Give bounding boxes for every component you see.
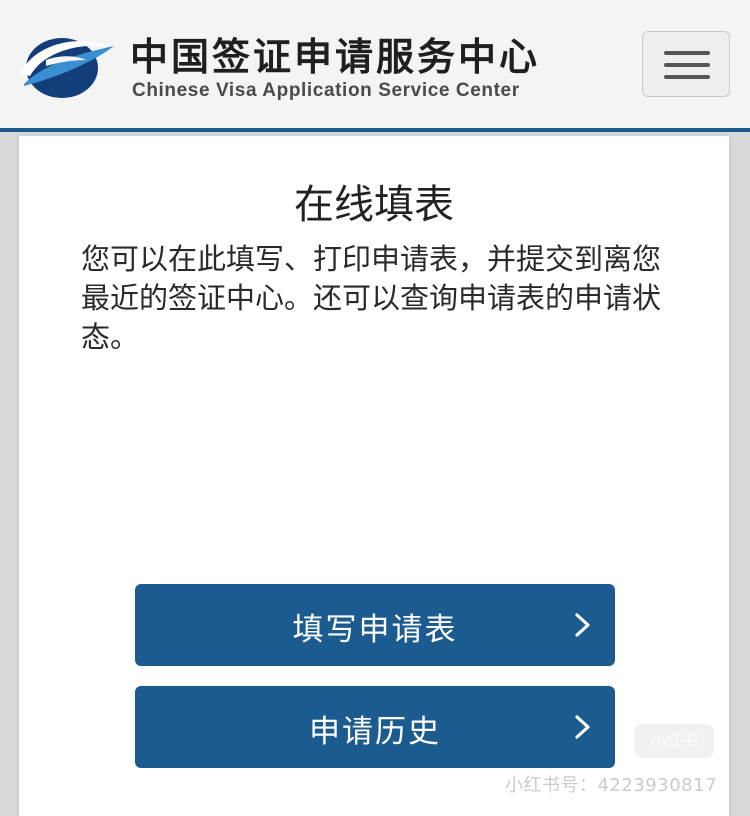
application-history-button[interactable]: 申请历史 bbox=[135, 686, 615, 768]
fill-application-label: 填写申请表 bbox=[292, 612, 458, 648]
site-header: 中国签证申请服务中心 Chinese Visa Application Serv… bbox=[0, 0, 750, 132]
chevron-right-icon bbox=[575, 613, 590, 637]
intro-text: 您可以在此填写、打印申请表，并提交到离您最近的签证中心。还可以查询申请表的申请状… bbox=[81, 242, 662, 354]
brand-name-en: Chinese Visa Application Service Center bbox=[132, 80, 520, 101]
hamburger-menu-icon bbox=[664, 51, 710, 55]
globe-swoosh-icon[interactable] bbox=[16, 30, 116, 100]
page-title: 在线填表 bbox=[294, 182, 454, 228]
hamburger-menu-icon bbox=[664, 63, 710, 67]
content-card: 在线填表 您可以在此填写、打印申请表，并提交到离您最近的签证中心。还可以查询申请… bbox=[19, 136, 729, 816]
application-history-label: 申请历史 bbox=[309, 714, 441, 750]
fill-application-button[interactable]: 填写申请表 bbox=[135, 584, 615, 666]
hamburger-menu-icon bbox=[664, 75, 710, 79]
watermark-badge: 小红书 bbox=[634, 724, 714, 758]
brand-name-cn: 中国签证申请服务中心 bbox=[130, 34, 541, 79]
watermark-text: 小红书号：4223930817 bbox=[505, 775, 718, 796]
chevron-right-icon bbox=[575, 715, 590, 739]
menu-button[interactable] bbox=[642, 31, 730, 97]
